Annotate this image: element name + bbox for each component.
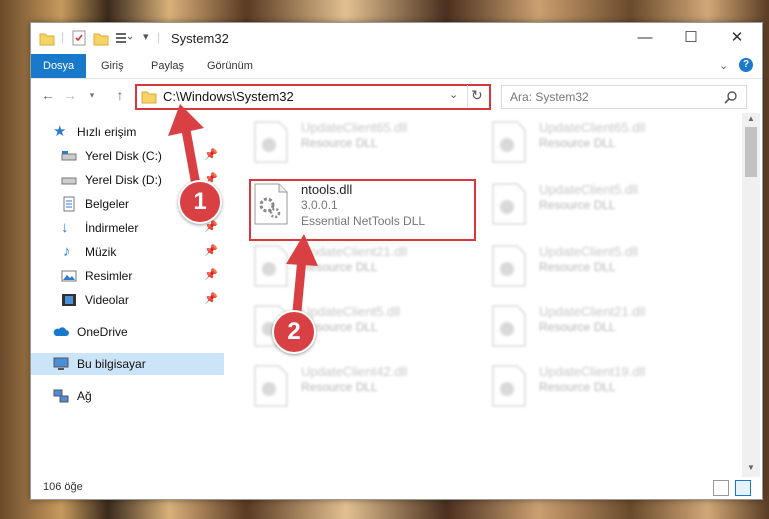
drive-icon: [61, 177, 77, 185]
qa-dropdown-icon[interactable]: ▾: [143, 30, 149, 48]
back-arrow-icon[interactable]: ←: [39, 86, 57, 104]
sidebar-item-music[interactable]: ♪ Müzik 📌: [31, 241, 224, 263]
dll-file-icon: [492, 121, 526, 163]
details-view-icon[interactable]: [713, 480, 729, 496]
dll-file-icon: [492, 183, 526, 225]
maximize-button[interactable]: ☐: [668, 23, 714, 54]
sidebar-item-this-pc[interactable]: Bu bilgisayar: [31, 353, 224, 375]
file-tile[interactable]: UpdateClient5.dll Resource DLL: [489, 243, 709, 291]
star-icon: ★: [53, 123, 67, 140]
sidebar-item-pictures[interactable]: Resimler 📌: [31, 265, 224, 287]
tab-paylas[interactable]: Paylaş: [151, 54, 184, 78]
status-bar: 106 öğe: [31, 477, 762, 499]
file-tile[interactable]: UpdateClient65.dll Resource DLL: [489, 119, 709, 167]
network-icon: [53, 389, 69, 403]
dll-file-icon: [492, 245, 526, 287]
computer-icon: [53, 357, 69, 370]
help-icon[interactable]: ?: [739, 58, 753, 72]
file-tile[interactable]: UpdateClient5.dll Resource DLL: [489, 181, 709, 229]
pin-icon[interactable]: 📌: [204, 292, 218, 305]
file-tile[interactable]: UpdateClient65.dll Resource DLL: [251, 119, 471, 167]
sidebar-item-network[interactable]: Ağ: [31, 385, 224, 407]
document-icon: [63, 196, 75, 212]
download-icon: ↓: [61, 219, 69, 236]
ribbon: Dosya Giriş Paylaş Görünüm ⌄ ?: [31, 54, 762, 79]
tab-giris[interactable]: Giriş: [101, 54, 124, 78]
vertical-scrollbar[interactable]: ▲ ▼: [742, 113, 760, 477]
forward-arrow-icon[interactable]: →: [61, 86, 79, 104]
pictures-icon: [61, 270, 77, 282]
new-folder-icon[interactable]: [93, 30, 109, 48]
file-tile[interactable]: UpdateClient21.dll Resource DLL: [489, 303, 709, 351]
search-input[interactable]: Ara: System32: [501, 85, 747, 109]
window-title: System32: [171, 31, 229, 46]
search-icon: [724, 91, 737, 104]
search-placeholder: Ara: System32: [510, 90, 589, 104]
cloud-icon: [53, 327, 69, 336]
tab-dosya[interactable]: Dosya: [31, 54, 87, 78]
sidebar-item-onedrive[interactable]: OneDrive: [31, 321, 224, 343]
scroll-thumb[interactable]: [745, 127, 757, 177]
file-tile[interactable]: UpdateClient19.dll Resource DLL: [489, 363, 709, 411]
music-icon: ♪: [63, 243, 71, 260]
file-tile[interactable]: UpdateClient42.dll Resource DLL: [251, 363, 471, 411]
pin-icon[interactable]: 📌: [204, 268, 218, 281]
dll-file-icon: [492, 305, 526, 347]
sidebar-item-videos[interactable]: Videolar 📌: [31, 289, 224, 311]
explorer-window: | ▾ | System32 — ☐ ✕ Dosya Giriş Paylaş …: [30, 22, 763, 500]
folder-icon: [141, 91, 157, 104]
dll-file-icon: [254, 121, 288, 163]
recent-locations-icon[interactable]: ▾: [83, 86, 101, 104]
item-count: 106 öğe: [43, 481, 83, 493]
up-arrow-icon[interactable]: ↑: [111, 86, 129, 104]
tiles-view-icon[interactable]: [735, 480, 751, 496]
address-dropdown-icon[interactable]: ⌄: [449, 88, 458, 101]
address-row: ← → ▾ ↑ C:\Windows\System32 ⌄ ↻ Ara: Sys…: [31, 79, 762, 113]
video-icon: [62, 294, 76, 306]
customize-toolbar-icon[interactable]: [115, 30, 133, 48]
pin-icon[interactable]: 📌: [204, 244, 218, 257]
folder-icon: [39, 33, 55, 46]
title-bar: | ▾ | System32 — ☐ ✕: [31, 23, 762, 54]
dll-file-icon: [254, 365, 288, 407]
properties-icon[interactable]: [71, 30, 87, 48]
callout-marker-2: 2: [272, 310, 316, 354]
expand-ribbon-icon[interactable]: ⌄: [719, 59, 728, 72]
scroll-up-icon[interactable]: ▲: [747, 114, 755, 123]
scroll-down-icon[interactable]: ▼: [747, 463, 755, 472]
drive-icon: [61, 151, 77, 161]
refresh-icon[interactable]: ↻: [471, 87, 483, 104]
callout-marker-1: 1: [178, 180, 222, 224]
dll-file-icon: [492, 365, 526, 407]
tab-gorunum[interactable]: Görünüm: [207, 54, 253, 78]
minimize-button[interactable]: —: [622, 23, 668, 54]
close-button[interactable]: ✕: [714, 23, 760, 54]
